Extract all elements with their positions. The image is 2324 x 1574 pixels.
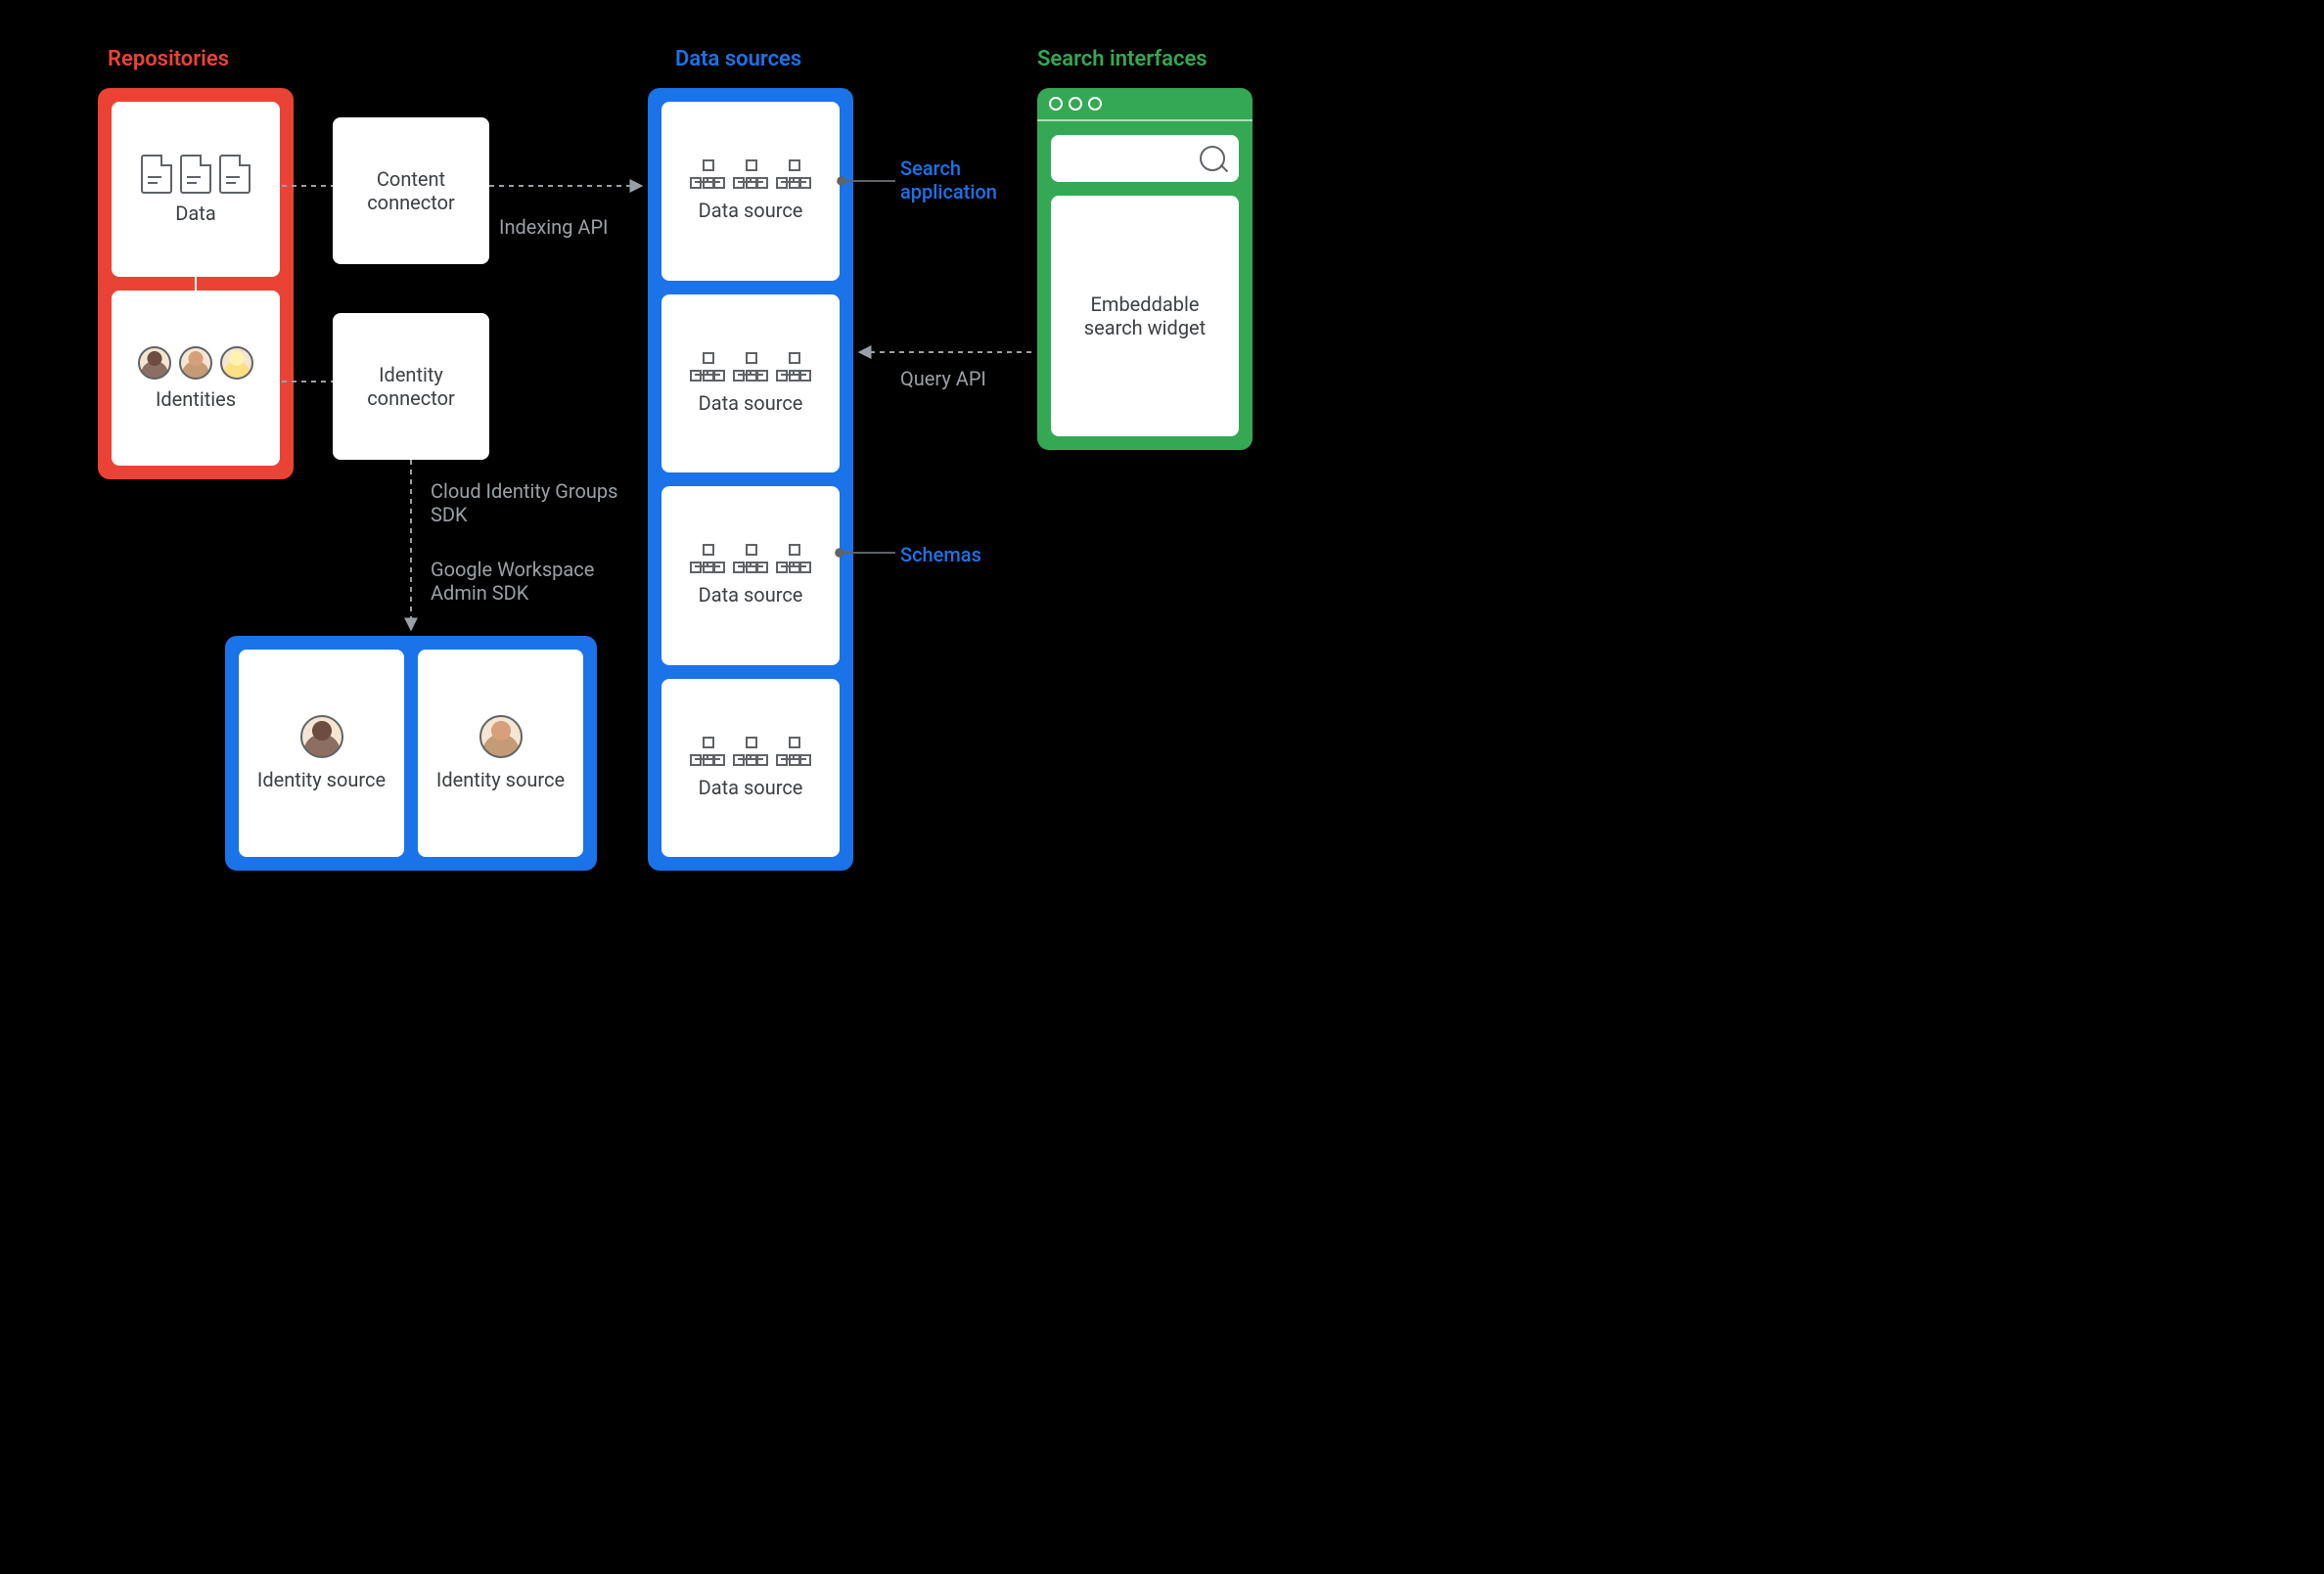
hierarchy-icon: [733, 159, 768, 189]
architecture-diagram: Repositories Data sources Search interfa…: [39, 39, 1292, 880]
repositories-container: Data Identities: [98, 88, 294, 479]
hierarchy-icon-row: [690, 544, 811, 573]
hierarchy-icon: [733, 352, 768, 382]
document-icon: [180, 155, 211, 194]
identity-connector-box: Identity connector: [333, 313, 489, 460]
person-icon: [138, 346, 171, 380]
hierarchy-icon: [776, 544, 811, 573]
repo-connector-line: [195, 277, 197, 291]
browser-titlebar: [1037, 88, 1253, 121]
hierarchy-icon-row: [690, 737, 811, 766]
person-icon: [179, 346, 212, 380]
identity-source-card: Identity source: [239, 650, 404, 857]
edge-label-search-application: Search application: [900, 157, 1037, 203]
documents-icon-row: [141, 155, 251, 194]
data-source-card: Data source: [661, 102, 840, 281]
search-interface-container: Embeddable search widget: [1037, 88, 1253, 450]
data-source-card: Data source: [661, 294, 840, 473]
hierarchy-icon-row: [690, 159, 811, 189]
search-box: [1051, 135, 1239, 182]
document-icon: [141, 155, 172, 194]
data-sources-container: Data source Data source Data source: [648, 88, 853, 871]
repository-data-label: Data: [175, 202, 215, 225]
section-title-repositories: Repositories: [108, 47, 229, 71]
hierarchy-icon: [733, 737, 768, 766]
hierarchy-icon: [776, 159, 811, 189]
person-icon: [479, 715, 523, 758]
identity-source-card: Identity source: [418, 650, 583, 857]
person-icon: [300, 715, 343, 758]
window-control-icon: [1088, 97, 1102, 111]
identity-source-label: Identity source: [436, 768, 565, 791]
identity-sources-container: Identity source Identity source: [225, 636, 597, 871]
document-icon: [219, 155, 251, 194]
section-title-search-interfaces: Search interfaces: [1037, 47, 1208, 71]
repository-identities-label: Identities: [156, 387, 236, 411]
data-source-label: Data source: [699, 583, 803, 607]
edge-label-indexing-api: Indexing API: [499, 215, 609, 239]
search-icon: [1200, 146, 1225, 171]
content-connector-box: Content connector: [333, 117, 489, 264]
hierarchy-icon: [690, 352, 725, 382]
hierarchy-icon: [690, 544, 725, 573]
edge-label-query-api: Query API: [900, 367, 988, 390]
embeddable-search-widget-label: Embeddable search widget: [1051, 196, 1239, 436]
hierarchy-icon-row: [690, 352, 811, 382]
edge-label-schemas: Schemas: [900, 543, 981, 566]
data-source-card: Data source: [661, 679, 840, 858]
window-control-icon: [1069, 97, 1082, 111]
hierarchy-icon: [733, 544, 768, 573]
repository-identities-card: Identities: [112, 291, 280, 466]
repository-data-card: Data: [112, 102, 280, 277]
hierarchy-icon: [690, 737, 725, 766]
window-control-icon: [1049, 97, 1063, 111]
data-source-label: Data source: [699, 391, 803, 415]
data-source-card: Data source: [661, 486, 840, 665]
section-title-data-sources: Data sources: [675, 47, 801, 71]
edge-label-workspace-admin-sdk: Google Workspace Admin SDK: [431, 558, 646, 605]
avatars-icon-row: [138, 346, 253, 380]
identity-connector-label: Identity connector: [344, 363, 478, 410]
data-source-label: Data source: [699, 776, 803, 799]
content-connector-label: Content connector: [344, 167, 478, 214]
person-icon: [220, 346, 253, 380]
hierarchy-icon: [690, 159, 725, 189]
edge-label-cloud-identity-sdk: Cloud Identity Groups SDK: [431, 479, 626, 526]
identity-source-label: Identity source: [257, 768, 386, 791]
hierarchy-icon: [776, 737, 811, 766]
search-interface-body: Embeddable search widget: [1037, 121, 1253, 450]
data-source-label: Data source: [699, 199, 803, 222]
hierarchy-icon: [776, 352, 811, 382]
